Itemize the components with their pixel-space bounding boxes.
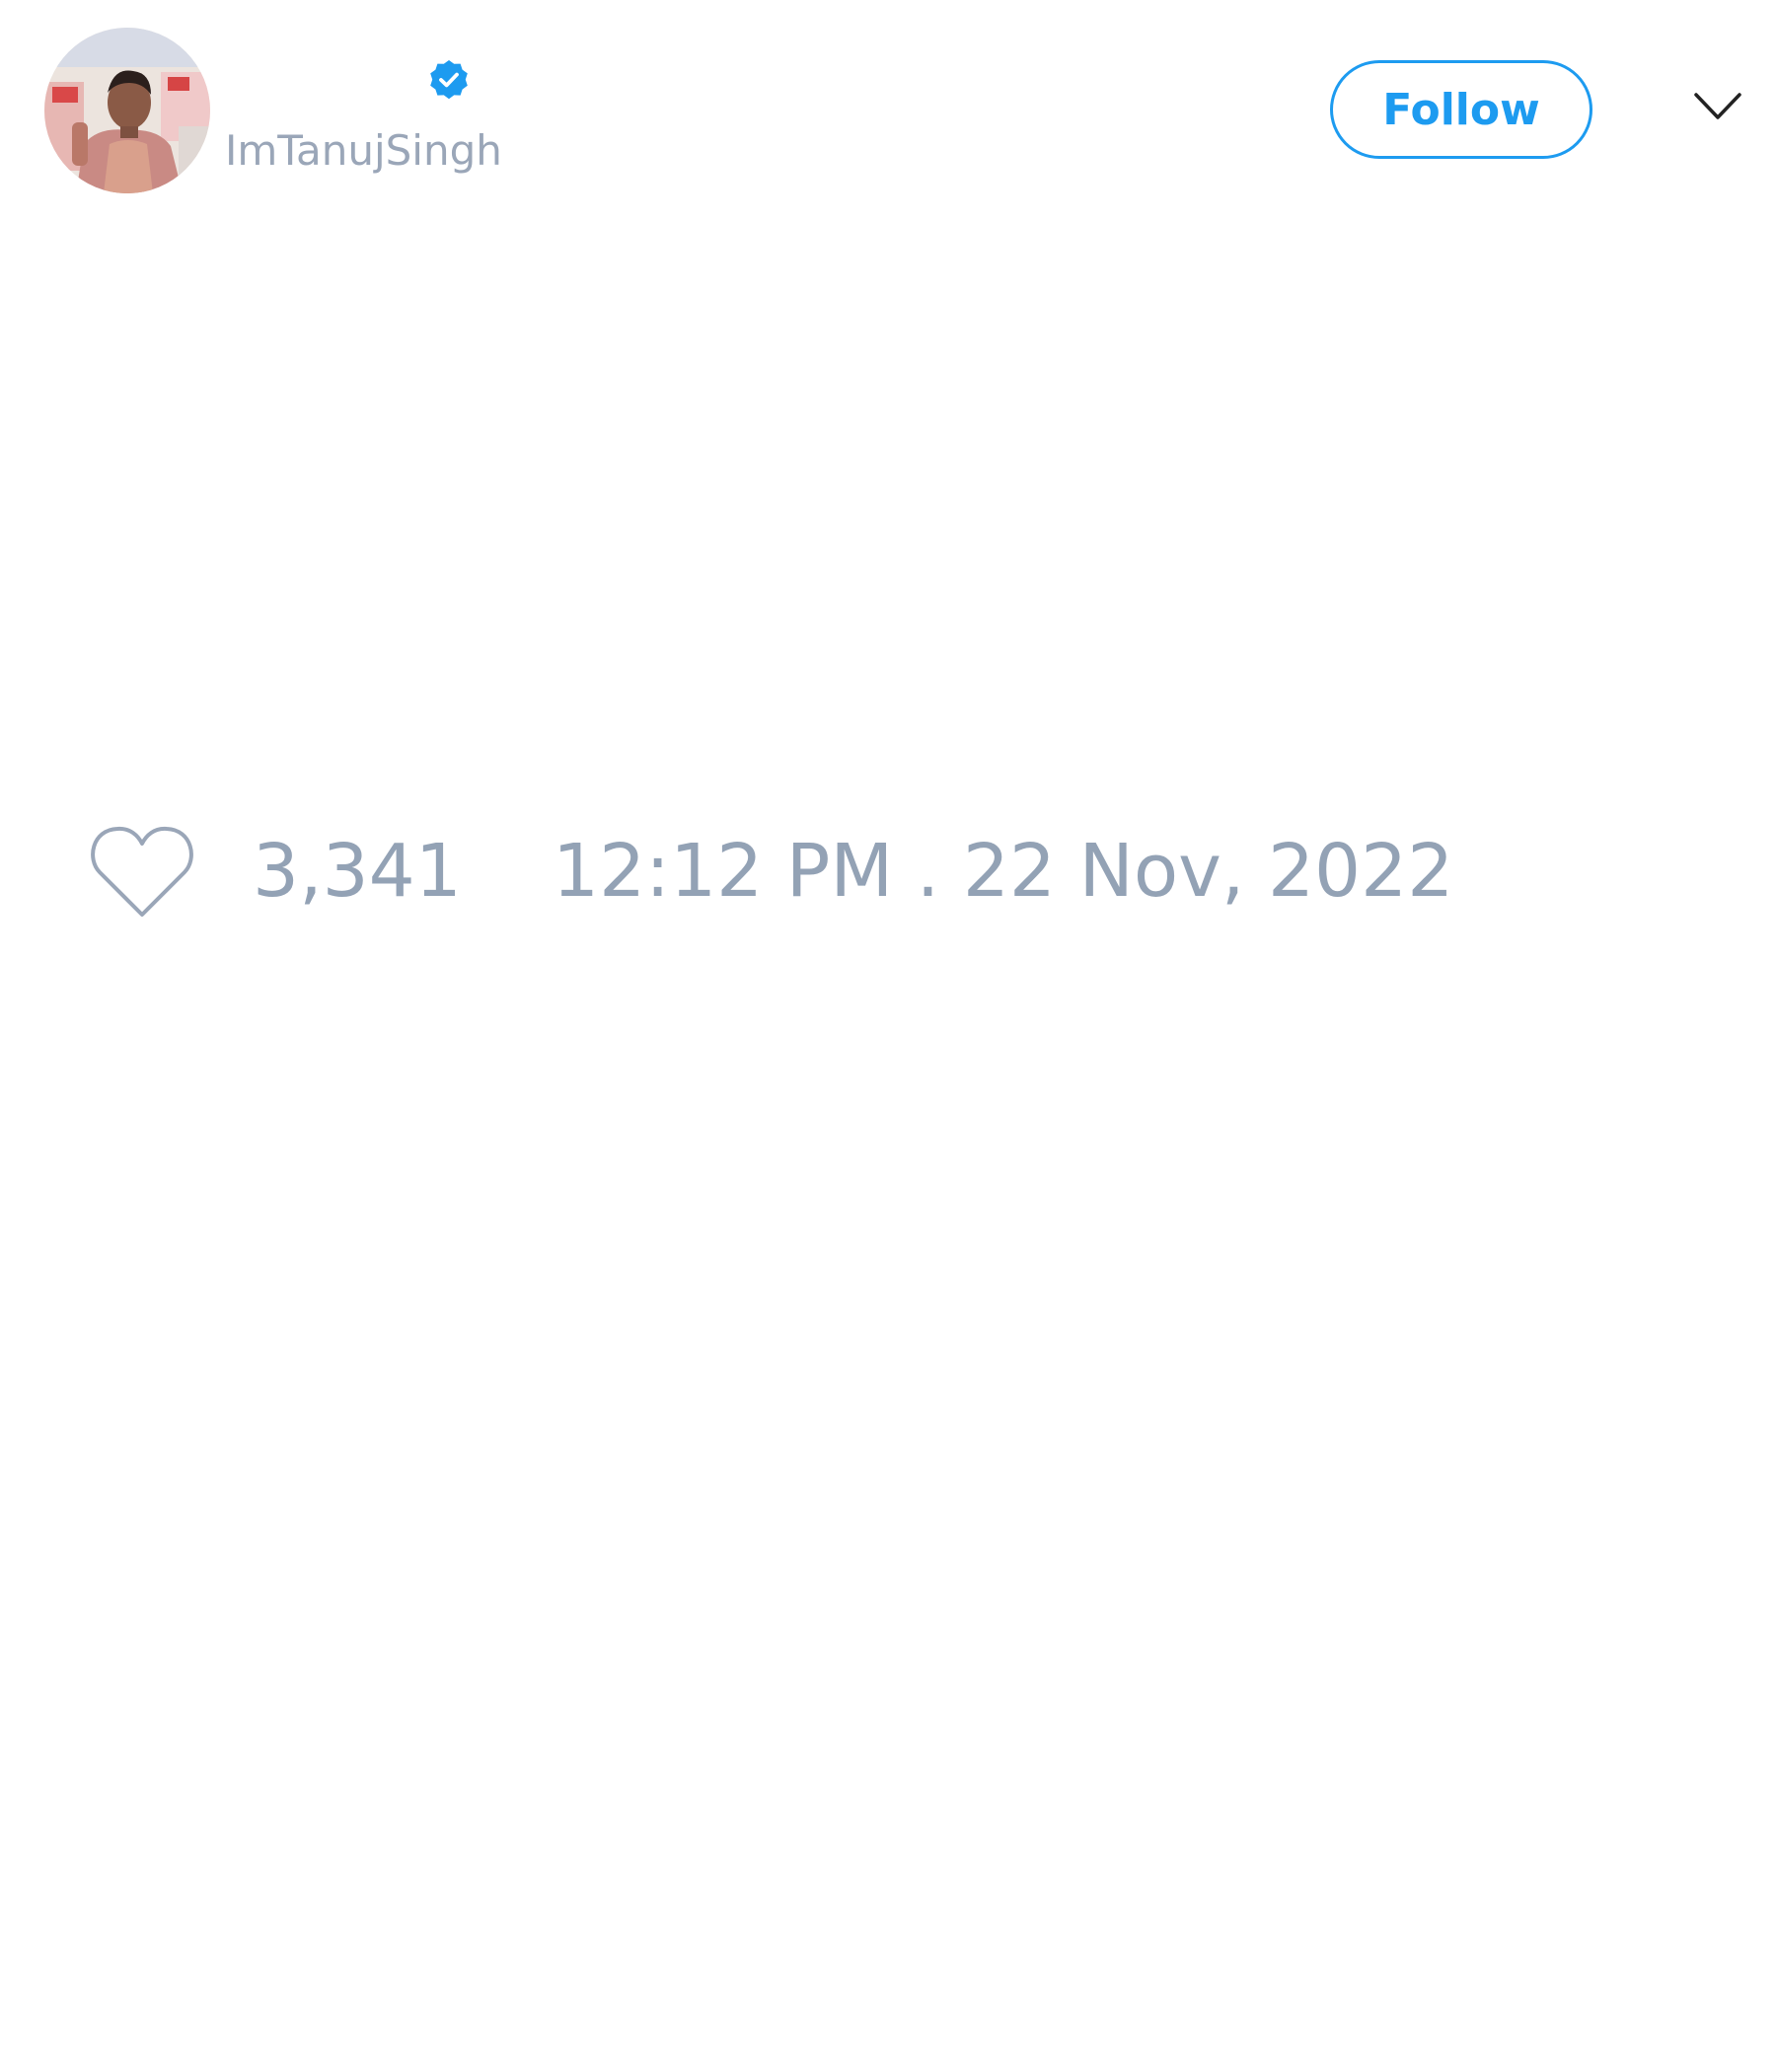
tweet-card: ImTanujSingh Follow 3,341 12:12 PM . 22 … [0,0,1776,2072]
tweet-timestamp[interactable]: 12:12 PM . 22 Nov, 2022 [553,827,1453,916]
heart-icon[interactable] [89,824,195,919]
avatar-photo [44,28,210,193]
chevron-down-icon[interactable] [1693,91,1742,122]
follow-button[interactable]: Follow [1330,60,1592,159]
like-count: 3,341 [253,829,462,914]
verified-badge-icon [430,60,468,100]
avatar[interactable] [44,28,210,193]
author-handle[interactable]: ImTanujSingh [225,126,502,176]
